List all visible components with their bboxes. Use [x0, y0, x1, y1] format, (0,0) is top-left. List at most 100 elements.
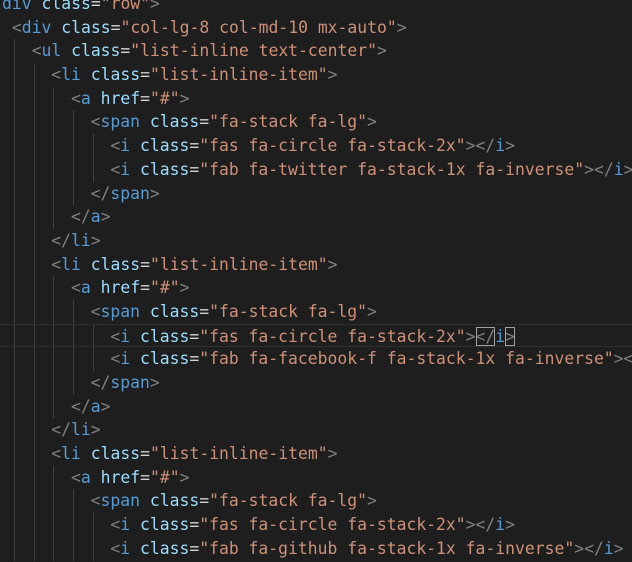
indent-guide: [33, 418, 35, 443]
code-text: <a href="#">: [71, 87, 189, 111]
code-line[interactable]: <i class="fas fa-circle fa-stack-2x"></i…: [0, 323, 632, 349]
code-token: <: [90, 301, 101, 321]
code-line[interactable]: <li class="list-inline-item">: [0, 63, 632, 87]
code-token: class: [140, 538, 190, 558]
indent-guide: [13, 63, 15, 87]
code-line[interactable]: <i class="fas fa-circle fa-stack-2x"></i…: [0, 134, 632, 158]
code-lines: div class="row"> <div class="col-lg-8 col…: [0, 0, 632, 561]
code-token: ></: [465, 136, 496, 156]
code-token: <: [90, 491, 101, 511]
code-token: div: [21, 17, 52, 37]
code-token: >: [100, 207, 111, 227]
code-token: a: [80, 467, 91, 487]
code-token: class: [140, 349, 190, 369]
code-line[interactable]: <ul class="list-inline text-center">: [0, 39, 632, 64]
code-line[interactable]: <i class="fab fa-twitter fa-stack-1x fa-…: [0, 157, 632, 182]
indent-guide: [33, 324, 35, 347]
code-line[interactable]: </li>: [0, 228, 632, 253]
code-token: =: [199, 301, 210, 321]
indent-guide: [13, 157, 15, 182]
code-line[interactable]: <i class="fab fa-facebook-f fa-stack-1x …: [0, 347, 632, 371]
code-token: a: [80, 88, 91, 108]
indent-guide: [92, 324, 94, 347]
code-text: <i class="fas fa-circle fa-stack-2x"></i…: [110, 513, 515, 537]
code-line[interactable]: <span class="fa-stack fa-lg">: [0, 110, 632, 135]
code-token: "#": [149, 278, 180, 298]
code-line[interactable]: </a>: [0, 394, 632, 419]
indent-guide: [53, 324, 55, 347]
indent-guide: [72, 347, 74, 371]
code-token: class: [71, 41, 121, 61]
code-line[interactable]: </span>: [0, 181, 632, 206]
indent-guide: [72, 371, 74, 395]
code-token: >: [377, 41, 387, 61]
code-line[interactable]: <a href="#">: [0, 465, 632, 490]
indent-guide: [72, 324, 74, 347]
code-token: =: [189, 515, 200, 535]
code-token: "row": [100, 0, 151, 13]
code-line[interactable]: <a href="#">: [0, 86, 632, 111]
code-line[interactable]: <div class="col-lg-8 col-md-10 mx-auto">: [0, 16, 632, 40]
indent-guide: [33, 489, 35, 514]
indent-guide: [53, 536, 55, 561]
code-token: <: [11, 17, 22, 37]
code-token: i: [495, 326, 506, 346]
code-line[interactable]: <span class="fa-stack fa-lg">: [0, 299, 632, 324]
code-token: <: [51, 254, 62, 274]
code-token: =: [189, 326, 200, 346]
indent-guide: [13, 39, 15, 64]
code-token: i: [603, 538, 614, 558]
code-line[interactable]: <li class="list-inline-item">: [0, 442, 632, 466]
indent-guide: [53, 371, 55, 395]
code-token: >: [505, 136, 516, 156]
code-line[interactable]: </span>: [0, 371, 632, 395]
indent-guide: [33, 347, 35, 371]
code-token: "fas fa-circle fa-stack-2x": [199, 136, 466, 156]
indent-guide: [53, 489, 55, 514]
code-line[interactable]: <span class="fa-stack fa-lg">: [0, 489, 632, 514]
code-text: <i class="fas fa-circle fa-stack-2x"></i…: [110, 325, 516, 349]
indent-guide: [13, 276, 15, 300]
code-line[interactable]: <i class="fas fa-circle fa-stack-2x"></i…: [0, 513, 632, 537]
code-line[interactable]: </a>: [0, 205, 632, 229]
code-token: span: [100, 112, 141, 132]
indent-guide: [53, 134, 55, 158]
code-text: <i class="fab fa-facebook-f fa-stack-1x …: [110, 347, 632, 371]
indent-guide: [13, 442, 15, 466]
code-line[interactable]: <a href="#">: [0, 276, 632, 300]
code-token: >: [505, 515, 516, 535]
code-token: "fab fa-twitter fa-stack-1x fa-inverse": [199, 159, 585, 179]
code-token: span: [100, 491, 141, 511]
indent-guide: [33, 536, 35, 561]
indent-guide: [33, 86, 35, 111]
indent-guide: [53, 513, 55, 537]
code-token: class: [90, 444, 141, 464]
code-token: =: [189, 136, 200, 156]
indent-guide: [33, 134, 35, 158]
code-line[interactable]: div class="row">: [0, 0, 632, 16]
code-line[interactable]: <li class="list-inline-item">: [0, 252, 632, 277]
indent-guide: [13, 324, 15, 347]
code-line[interactable]: </li>: [0, 418, 632, 443]
code-token: i: [120, 515, 131, 535]
code-token: li: [61, 254, 81, 274]
code-text: <i class="fas fa-circle fa-stack-2x"></i…: [110, 134, 515, 158]
code-text: </a>: [71, 395, 111, 419]
code-editor[interactable]: div class="row"> <div class="col-lg-8 col…: [0, 0, 632, 562]
code-token: <: [110, 326, 121, 346]
code-text: </li>: [51, 229, 100, 253]
code-token: >: [149, 373, 160, 392]
code-text: div class="row">: [2, 0, 160, 16]
code-token: href: [100, 467, 141, 487]
code-token: >: [150, 0, 160, 13]
code-line[interactable]: <i class="fab fa-github fa-stack-1x fa-i…: [0, 536, 632, 561]
code-token: >: [396, 17, 407, 37]
indent-guide: [53, 276, 55, 300]
indent-guide: [72, 489, 74, 514]
code-token: <: [110, 159, 121, 179]
indent-guide: [92, 347, 94, 371]
